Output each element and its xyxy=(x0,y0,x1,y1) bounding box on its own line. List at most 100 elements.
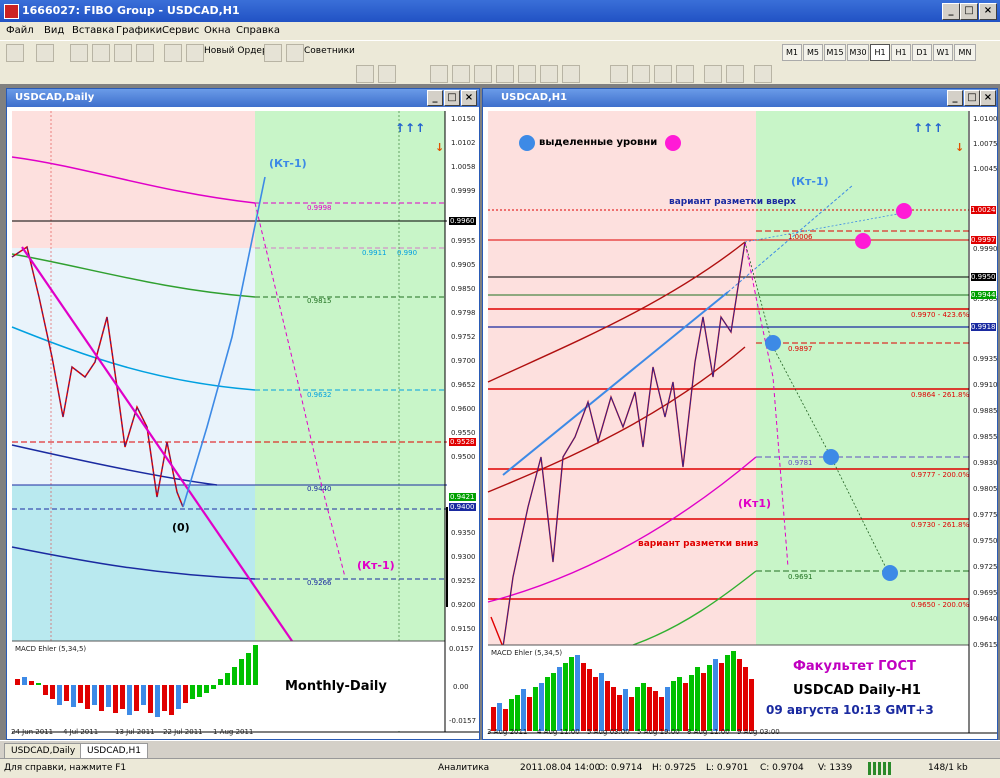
left-close-button[interactable]: × xyxy=(461,90,477,106)
timeframe-m5[interactable]: M5 xyxy=(803,44,823,61)
left-chart-window: USDCAD,Daily _ □ × (Кт-1) (Кт-1) (0) Mon… xyxy=(6,88,480,740)
menu-view[interactable]: Вид xyxy=(44,25,64,36)
main-toolbar: Новый Ордер Советники M1 M5 M15 M30 H1 H… xyxy=(0,40,1000,63)
crosshair-icon[interactable] xyxy=(378,65,396,83)
new-order-button[interactable]: Новый Ордер xyxy=(204,46,268,56)
hline-icon[interactable] xyxy=(430,65,448,83)
status-profile: Аналитика xyxy=(438,763,490,773)
tester-icon[interactable] xyxy=(136,44,154,62)
new-chart-icon[interactable] xyxy=(6,44,24,62)
shift-icon[interactable] xyxy=(704,65,722,83)
right-level-h: 0.9691 xyxy=(788,573,813,581)
right-tick: 0.9830 xyxy=(973,459,998,467)
status-help: Для справки, нажмите F1 xyxy=(4,763,127,773)
timeframe-mn[interactable]: MN xyxy=(954,44,976,61)
zoom-in-icon[interactable] xyxy=(610,65,628,83)
right-chart-title: USDCAD,H1 xyxy=(501,92,568,103)
timeframe-h1-active[interactable]: H1 xyxy=(870,44,890,61)
tab-usdcad-daily[interactable]: USDCAD,Daily xyxy=(4,743,83,759)
status-open: O: 0.9714 xyxy=(598,763,643,773)
data-window-icon[interactable] xyxy=(164,44,182,62)
left-cyan-zone xyxy=(12,485,255,641)
timeframe-m15[interactable]: M15 xyxy=(824,44,846,61)
maximize-button[interactable]: □ xyxy=(960,3,978,20)
minimize-button[interactable]: _ xyxy=(942,3,960,20)
right-level-c: 0.9897 xyxy=(788,345,813,353)
right-price-tag-blue: 0.9918 xyxy=(971,323,996,331)
right-minimize-button[interactable]: _ xyxy=(947,90,963,106)
navigator-icon[interactable] xyxy=(92,44,110,62)
left-tick: 0.9600 xyxy=(451,405,476,413)
tab-usdcad-h1[interactable]: USDCAD,H1 xyxy=(80,743,148,759)
right-chart-window: USDCAD,H1 _ □ × выделенные уровни (Кт-1)… xyxy=(482,88,998,740)
menu-help[interactable]: Справка xyxy=(236,25,280,36)
market-watch-icon[interactable] xyxy=(70,44,88,62)
meta-editor-icon[interactable] xyxy=(264,44,282,62)
status-low: L: 0.9701 xyxy=(706,763,749,773)
menu-charts[interactable]: Графики xyxy=(116,25,162,36)
left-maximize-button[interactable]: □ xyxy=(444,90,460,106)
status-volume: V: 1339 xyxy=(818,763,853,773)
menu-insert[interactable]: Вставка xyxy=(72,25,114,36)
right-tick: 0.9805 xyxy=(973,485,998,493)
right-tick: 0.9640 xyxy=(973,615,998,623)
advisors-button[interactable]: Советники xyxy=(304,46,355,56)
fibo-icon[interactable] xyxy=(496,65,514,83)
left-tick: 1.0150 xyxy=(451,115,476,123)
right-price-tag-black: 0.9950 xyxy=(971,273,996,281)
label-icon[interactable] xyxy=(540,65,558,83)
left-level-l4: 0.9632 xyxy=(307,391,332,399)
menu-file[interactable]: Файл xyxy=(6,25,34,36)
indicators-icon[interactable] xyxy=(726,65,744,83)
menu-tools[interactable]: Сервис xyxy=(162,25,199,36)
left-kt-up-label: (Кт-1) xyxy=(269,157,307,170)
timeframe-d1[interactable]: D1 xyxy=(912,44,932,61)
advisors-icon[interactable] xyxy=(286,44,304,62)
drawing-toolbar xyxy=(0,62,1000,84)
left-kt-down-label: (Кт-1) xyxy=(357,559,395,572)
left-tick: 0.9300 xyxy=(451,553,476,561)
autoscroll-icon[interactable] xyxy=(676,65,694,83)
status-high: H: 0.9725 xyxy=(652,763,697,773)
left-date: 1 Aug 2011 xyxy=(213,728,254,736)
right-tick: 0.9615 xyxy=(973,641,998,649)
timeframe-h1[interactable]: H1 xyxy=(891,44,911,61)
profiles-icon[interactable] xyxy=(36,44,54,62)
app-icon xyxy=(4,4,19,19)
cursor-icon[interactable] xyxy=(356,65,374,83)
periods-icon[interactable] xyxy=(754,65,772,83)
right-close-button[interactable]: × xyxy=(980,90,996,106)
left-level-l2b: 0.990 xyxy=(397,249,418,257)
info-faculty: Факультет ГОСТ xyxy=(793,659,916,674)
new-order-icon[interactable] xyxy=(186,44,204,62)
timeframe-m30[interactable]: M30 xyxy=(847,44,869,61)
right-date: 4 Aug 11:00 xyxy=(537,728,580,736)
right-date: 9 Aug 03:00 xyxy=(737,728,780,736)
left-date: 24 Jun 2011 xyxy=(11,728,54,736)
legend-blue-marker xyxy=(519,135,535,151)
left-tick: 1.0058 xyxy=(451,163,476,171)
right-up-markup-label: вариант разметки вверх xyxy=(669,197,796,207)
text-icon[interactable] xyxy=(518,65,536,83)
left-tick: 0.9200 xyxy=(451,601,476,609)
left-minimize-button[interactable]: _ xyxy=(427,90,443,106)
level-magenta-marker xyxy=(896,203,912,219)
trendline-icon[interactable] xyxy=(452,65,470,83)
menu-window[interactable]: Окна xyxy=(204,25,231,36)
left-price-tag-blue: 0.9400 xyxy=(449,503,476,511)
right-tick: 0.9695 xyxy=(973,589,998,597)
zoom-out-icon[interactable] xyxy=(632,65,650,83)
left-level-l2: 0.9911 xyxy=(362,249,387,257)
right-maximize-button[interactable]: □ xyxy=(964,90,980,106)
right-date: 5 Aug 19:00 xyxy=(637,728,680,736)
left-tick: 0.9652 xyxy=(451,381,476,389)
level-magenta-marker xyxy=(855,233,871,249)
tile-icon[interactable] xyxy=(654,65,672,83)
right-level-b: 0.9970 - 423.6% xyxy=(911,311,970,319)
timeframe-m1[interactable]: M1 xyxy=(782,44,802,61)
arrows-icon[interactable] xyxy=(562,65,580,83)
terminal-icon[interactable] xyxy=(114,44,132,62)
close-button[interactable]: × xyxy=(979,3,997,20)
channel-icon[interactable] xyxy=(474,65,492,83)
timeframe-w1[interactable]: W1 xyxy=(933,44,953,61)
